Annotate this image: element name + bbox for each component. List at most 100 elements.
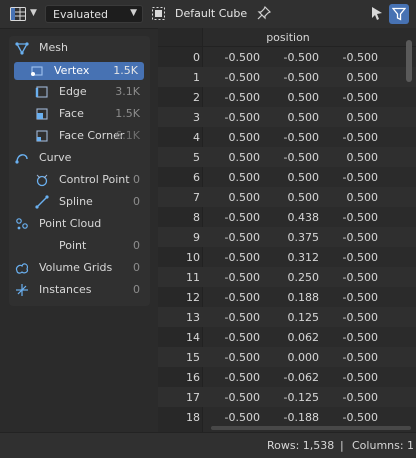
object-name: Default Cube bbox=[175, 7, 248, 20]
rows-count: Rows: 1,538 bbox=[267, 439, 335, 452]
row-index: 5 bbox=[193, 151, 200, 164]
cell-y: 0.500 bbox=[287, 111, 320, 124]
row-index: 11 bbox=[186, 271, 200, 284]
cell-z: -0.500 bbox=[342, 411, 378, 424]
tree-item-label: Control Point bbox=[59, 173, 130, 186]
cell-y: 0.500 bbox=[287, 171, 320, 184]
tree-item-count: 0 bbox=[133, 239, 140, 252]
spreadsheet-table: position 0 -0.500 -0.500 -0.500 1 -0.500 -0.50… bbox=[158, 28, 416, 432]
selection-only-icon[interactable] bbox=[369, 5, 385, 21]
tree-item-face[interactable]: Face 1.5K bbox=[13, 105, 146, 123]
footer-separator: | bbox=[340, 439, 344, 452]
tree-item-spline[interactable]: Spline 0 bbox=[13, 193, 146, 211]
volume-icon bbox=[15, 263, 29, 274]
editor-type-button[interactable]: ▼ bbox=[6, 4, 40, 24]
cell-x: -0.500 bbox=[224, 291, 260, 304]
cell-z: -0.500 bbox=[342, 131, 378, 144]
tree-item-vertex[interactable]: Vertex 1.5K bbox=[14, 62, 144, 80]
tree-item-label: Mesh bbox=[39, 41, 68, 54]
face-corner-icon bbox=[36, 130, 48, 142]
cell-y: 0.438 bbox=[287, 211, 320, 224]
cell-y: -0.188 bbox=[283, 411, 319, 424]
data-set-tree: Mesh Vertex 1.5K Edge 3.1K Face 1.5K Fac… bbox=[9, 36, 150, 306]
cell-x: -0.500 bbox=[224, 111, 260, 124]
cell-y: 0.312 bbox=[287, 251, 320, 264]
columns-count: Columns: 1 bbox=[352, 439, 415, 452]
cell-y: 0.062 bbox=[287, 331, 320, 344]
cell-y: 0.125 bbox=[287, 311, 320, 324]
tree-item-count: 0 bbox=[133, 173, 140, 186]
cell-x: -0.500 bbox=[224, 311, 260, 324]
tree-item-count: 1.5K bbox=[113, 64, 138, 77]
row-index: 0 bbox=[193, 51, 200, 64]
cell-y: -0.500 bbox=[283, 131, 319, 144]
table-row: 17 -0.500 -0.125 -0.500 bbox=[158, 387, 416, 407]
cell-x: -0.500 bbox=[224, 271, 260, 284]
filter-button[interactable] bbox=[389, 4, 409, 24]
tree-item-mesh[interactable]: Mesh bbox=[13, 39, 146, 57]
point-cloud-icon bbox=[16, 218, 28, 230]
cell-x: 0.500 bbox=[228, 131, 261, 144]
pin-icon[interactable] bbox=[256, 5, 272, 21]
spreadsheet-icon bbox=[10, 7, 26, 21]
tree-item-point-cloud[interactable]: Point Cloud bbox=[13, 215, 146, 233]
table-row: 15 -0.500 0.000 -0.500 bbox=[158, 347, 416, 367]
tree-item-curve[interactable]: Curve bbox=[13, 149, 146, 167]
tree-item-edge[interactable]: Edge 3.1K bbox=[13, 83, 146, 101]
tree-item-count: 1.5K bbox=[115, 107, 140, 120]
cell-y: 0.375 bbox=[287, 231, 320, 244]
table-row: 13 -0.500 0.125 -0.500 bbox=[158, 307, 416, 327]
table-row: 16 -0.500 -0.062 -0.500 bbox=[158, 367, 416, 387]
row-index: 4 bbox=[193, 131, 200, 144]
table-row: 9 -0.500 0.375 -0.500 bbox=[158, 227, 416, 247]
row-index: 13 bbox=[186, 311, 200, 324]
cell-y: -0.500 bbox=[283, 51, 319, 64]
horizontal-scrollbar[interactable] bbox=[211, 426, 411, 430]
cell-z: -0.500 bbox=[342, 91, 378, 104]
cell-z: -0.500 bbox=[342, 351, 378, 364]
table-row: 5 0.500 -0.500 0.500 bbox=[158, 147, 416, 167]
row-index: 6 bbox=[193, 171, 200, 184]
row-index: 18 bbox=[186, 411, 200, 424]
table-row: 4 0.500 -0.500 -0.500 bbox=[158, 127, 416, 147]
cell-y: -0.125 bbox=[283, 391, 319, 404]
cell-z: -0.500 bbox=[342, 291, 378, 304]
filter-icon bbox=[392, 7, 406, 21]
cell-z: -0.500 bbox=[342, 311, 378, 324]
object-icon bbox=[152, 7, 165, 20]
row-index: 1 bbox=[193, 71, 200, 84]
cell-x: 0.500 bbox=[228, 151, 261, 164]
table-corner bbox=[158, 28, 203, 47]
table-row: 7 0.500 0.500 0.500 bbox=[158, 187, 416, 207]
row-index: 3 bbox=[193, 111, 200, 124]
tree-item-instances[interactable]: Instances 0 bbox=[13, 281, 146, 299]
table-row: 14 -0.500 0.062 -0.500 bbox=[158, 327, 416, 347]
table-row: 0 -0.500 -0.500 -0.500 bbox=[158, 47, 416, 67]
table-row: 11 -0.500 0.250 -0.500 bbox=[158, 267, 416, 287]
instances-icon bbox=[16, 284, 28, 296]
vertex-icon bbox=[31, 66, 43, 76]
cell-x: -0.500 bbox=[224, 231, 260, 244]
cell-z: 0.500 bbox=[346, 191, 379, 204]
chevron-down-icon: ▼ bbox=[130, 8, 137, 18]
tree-item-face-corner[interactable]: Face Corner 6.1K bbox=[13, 127, 146, 145]
table-row: 10 -0.500 0.312 -0.500 bbox=[158, 247, 416, 267]
tree-item-point[interactable]: Point 0 bbox=[13, 237, 146, 255]
row-index: 14 bbox=[186, 331, 200, 344]
tree-item-count: 0 bbox=[133, 283, 140, 296]
cell-x: -0.500 bbox=[224, 51, 260, 64]
tree-item-control-point[interactable]: Control Point 0 bbox=[13, 171, 146, 189]
mesh-icon bbox=[15, 42, 29, 55]
cell-x: 0.500 bbox=[228, 191, 261, 204]
vertical-scrollbar[interactable] bbox=[406, 40, 412, 82]
evaluation-mode-select[interactable]: Evaluated ▼ bbox=[45, 5, 143, 23]
column-header-label: position bbox=[266, 31, 310, 44]
tree-item-volume-grids[interactable]: Volume Grids 0 bbox=[13, 259, 146, 277]
tree-item-count: 3.1K bbox=[115, 85, 140, 98]
cell-y: -0.062 bbox=[283, 371, 319, 384]
tree-item-count: 6.1K bbox=[115, 129, 140, 142]
table-row: 12 -0.500 0.188 -0.500 bbox=[158, 287, 416, 307]
cell-z: 0.500 bbox=[346, 111, 379, 124]
column-header-position[interactable]: position bbox=[203, 28, 416, 47]
table-row: 1 -0.500 -0.500 0.500 bbox=[158, 67, 416, 87]
